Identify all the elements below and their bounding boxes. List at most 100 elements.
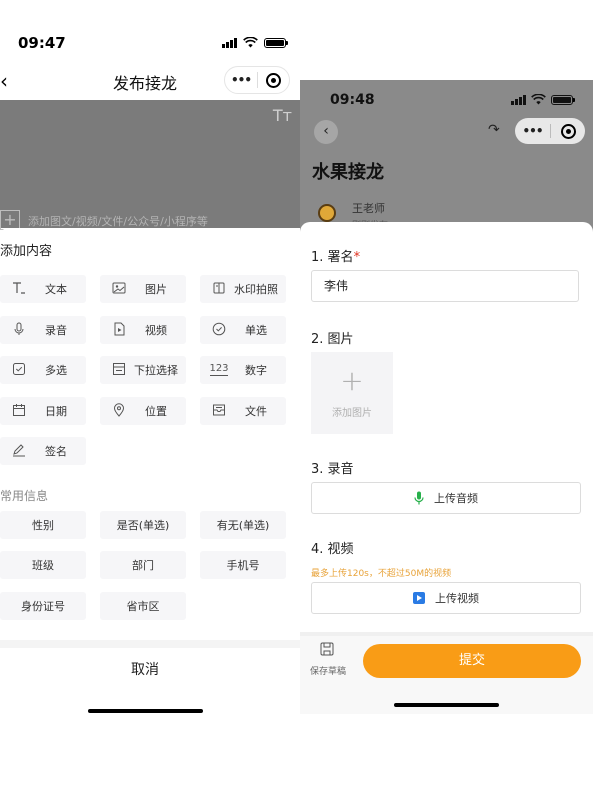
- signature-icon: [12, 443, 26, 457]
- share-icon[interactable]: ↷: [488, 122, 500, 138]
- question-label: 图片: [327, 332, 354, 347]
- sheet-divider: [0, 640, 300, 648]
- check-circle-icon: [212, 322, 226, 336]
- status-time: 09:48: [330, 92, 375, 108]
- screenshot-stage: 09:47 ‹ 发布接龙 ••• Tт + 添加图文/视频/文件/公众号/小程序…: [0, 0, 600, 800]
- question-1-title: 1. 署名*: [311, 246, 360, 265]
- cancel-button[interactable]: 取消: [0, 650, 290, 690]
- status-icons: [222, 37, 288, 48]
- signal-icon: [511, 94, 526, 105]
- activity-title: 水果接龙: [312, 162, 384, 183]
- question-label: 署名: [327, 250, 354, 265]
- home-indicator: [88, 709, 203, 713]
- battery-icon: [551, 94, 575, 105]
- common-gender-chip[interactable]: 性别: [0, 511, 86, 539]
- plus-icon: +: [340, 364, 364, 397]
- question-4-title: 4. 视频: [311, 538, 354, 557]
- upload-audio-button[interactable]: 上传音频: [311, 482, 581, 514]
- editor-hint-text: 添加图文/视频/文件/公众号/小程序等: [28, 215, 208, 228]
- add-signature-item[interactable]: 签名: [0, 437, 86, 465]
- add-audio-item[interactable]: 录音: [0, 316, 86, 344]
- add-text-item[interactable]: 文本: [0, 275, 86, 303]
- video-limit-hint: 最多上传120s，不超过50M的视频: [311, 569, 452, 579]
- save-draft-label: 保存草稿: [310, 667, 347, 677]
- home-indicator: [394, 703, 499, 707]
- upload-audio-label: 上传音频: [434, 492, 478, 505]
- number-icon: 123: [209, 363, 229, 376]
- mini-program-capsule: •••: [224, 66, 290, 94]
- add-image-item[interactable]: 图片: [100, 275, 186, 303]
- add-content-plus-icon: +: [0, 210, 20, 230]
- question-number: 3.: [311, 462, 324, 477]
- upload-video-button[interactable]: 上传视频: [311, 582, 581, 614]
- avatar: [318, 204, 336, 222]
- question-number: 2.: [311, 332, 324, 347]
- add-number-item[interactable]: 123 数字: [200, 356, 286, 384]
- target-circle-icon: [560, 123, 576, 139]
- common-info-title: 常用信息: [0, 489, 49, 503]
- text-format-icon: Tт: [272, 106, 292, 125]
- common-has-none-chip[interactable]: 有无(单选): [200, 511, 286, 539]
- form-footer: 保存草稿 提交: [300, 636, 593, 714]
- watermark-camera-icon: [212, 281, 226, 295]
- question-number: 1.: [311, 250, 324, 265]
- add-single-choice-item[interactable]: 单选: [200, 316, 286, 344]
- battery-icon: [264, 37, 288, 48]
- common-department-chip[interactable]: 部门: [100, 551, 186, 579]
- status-icons: [511, 94, 575, 105]
- status-time: 09:47: [18, 34, 66, 52]
- item-label: 图片: [145, 283, 167, 296]
- add-location-item[interactable]: 位置: [100, 397, 186, 425]
- add-watermark-photo-item[interactable]: 水印拍照: [200, 275, 286, 303]
- text-icon: [12, 281, 26, 295]
- item-label: 日期: [45, 405, 67, 418]
- required-mark: *: [353, 250, 361, 265]
- nav-bar: ‹ 发布接龙 •••: [0, 60, 300, 100]
- item-label: 下拉选择: [134, 364, 178, 377]
- add-image-button[interactable]: + 添加图片: [311, 352, 393, 434]
- item-label: 文本: [45, 283, 67, 296]
- item-label: 数字: [245, 364, 267, 377]
- item-label: 多选: [45, 364, 67, 377]
- more-dots-icon[interactable]: •••: [225, 73, 257, 87]
- question-2-title: 2. 图片: [311, 328, 354, 347]
- close-mini-program-button[interactable]: [258, 72, 289, 88]
- close-mini-program-button[interactable]: [551, 123, 585, 139]
- add-multi-choice-item[interactable]: 多选: [0, 356, 86, 384]
- item-label: 签名: [45, 445, 67, 458]
- item-label: 位置: [145, 405, 167, 418]
- common-yes-no-chip[interactable]: 是否(单选): [100, 511, 186, 539]
- target-circle-icon: [265, 72, 281, 88]
- publisher-name: 王老师: [352, 202, 385, 215]
- dropdown-icon: [112, 362, 126, 376]
- item-label: 单选: [245, 324, 267, 337]
- signature-name-input[interactable]: 李伟: [311, 270, 579, 302]
- item-label: 文件: [245, 405, 267, 418]
- add-file-item[interactable]: 文件: [200, 397, 286, 425]
- common-id-number-chip[interactable]: 身份证号: [0, 592, 86, 620]
- add-video-item[interactable]: 视频: [100, 316, 186, 344]
- more-dots-icon[interactable]: •••: [515, 124, 550, 138]
- add-content-title: 添加内容: [0, 244, 53, 259]
- common-phone-chip[interactable]: 手机号: [200, 551, 286, 579]
- save-draft-icon: [320, 642, 334, 656]
- question-number: 4.: [311, 542, 324, 557]
- common-region-chip[interactable]: 省市区: [100, 592, 186, 620]
- submit-button[interactable]: 提交: [363, 644, 581, 678]
- add-dropdown-item[interactable]: 下拉选择: [100, 356, 186, 384]
- item-label: 录音: [45, 324, 67, 337]
- editor-area-dimmed: Tт + 添加图文/视频/文件/公众号/小程序等: [0, 100, 300, 230]
- back-chevron-icon[interactable]: ‹: [314, 120, 338, 144]
- checkbox-icon: [12, 362, 26, 376]
- add-image-label: 添加图片: [332, 408, 372, 419]
- add-date-item[interactable]: 日期: [0, 397, 86, 425]
- item-label: 水印拍照: [234, 283, 278, 296]
- image-icon: [112, 281, 126, 295]
- video-icon: [112, 322, 126, 336]
- common-class-chip[interactable]: 班级: [0, 551, 86, 579]
- mic-icon: [12, 322, 26, 336]
- wifi-icon: [531, 94, 546, 105]
- video-play-icon: [413, 592, 425, 604]
- wifi-icon: [243, 37, 258, 48]
- question-label: 录音: [327, 462, 354, 477]
